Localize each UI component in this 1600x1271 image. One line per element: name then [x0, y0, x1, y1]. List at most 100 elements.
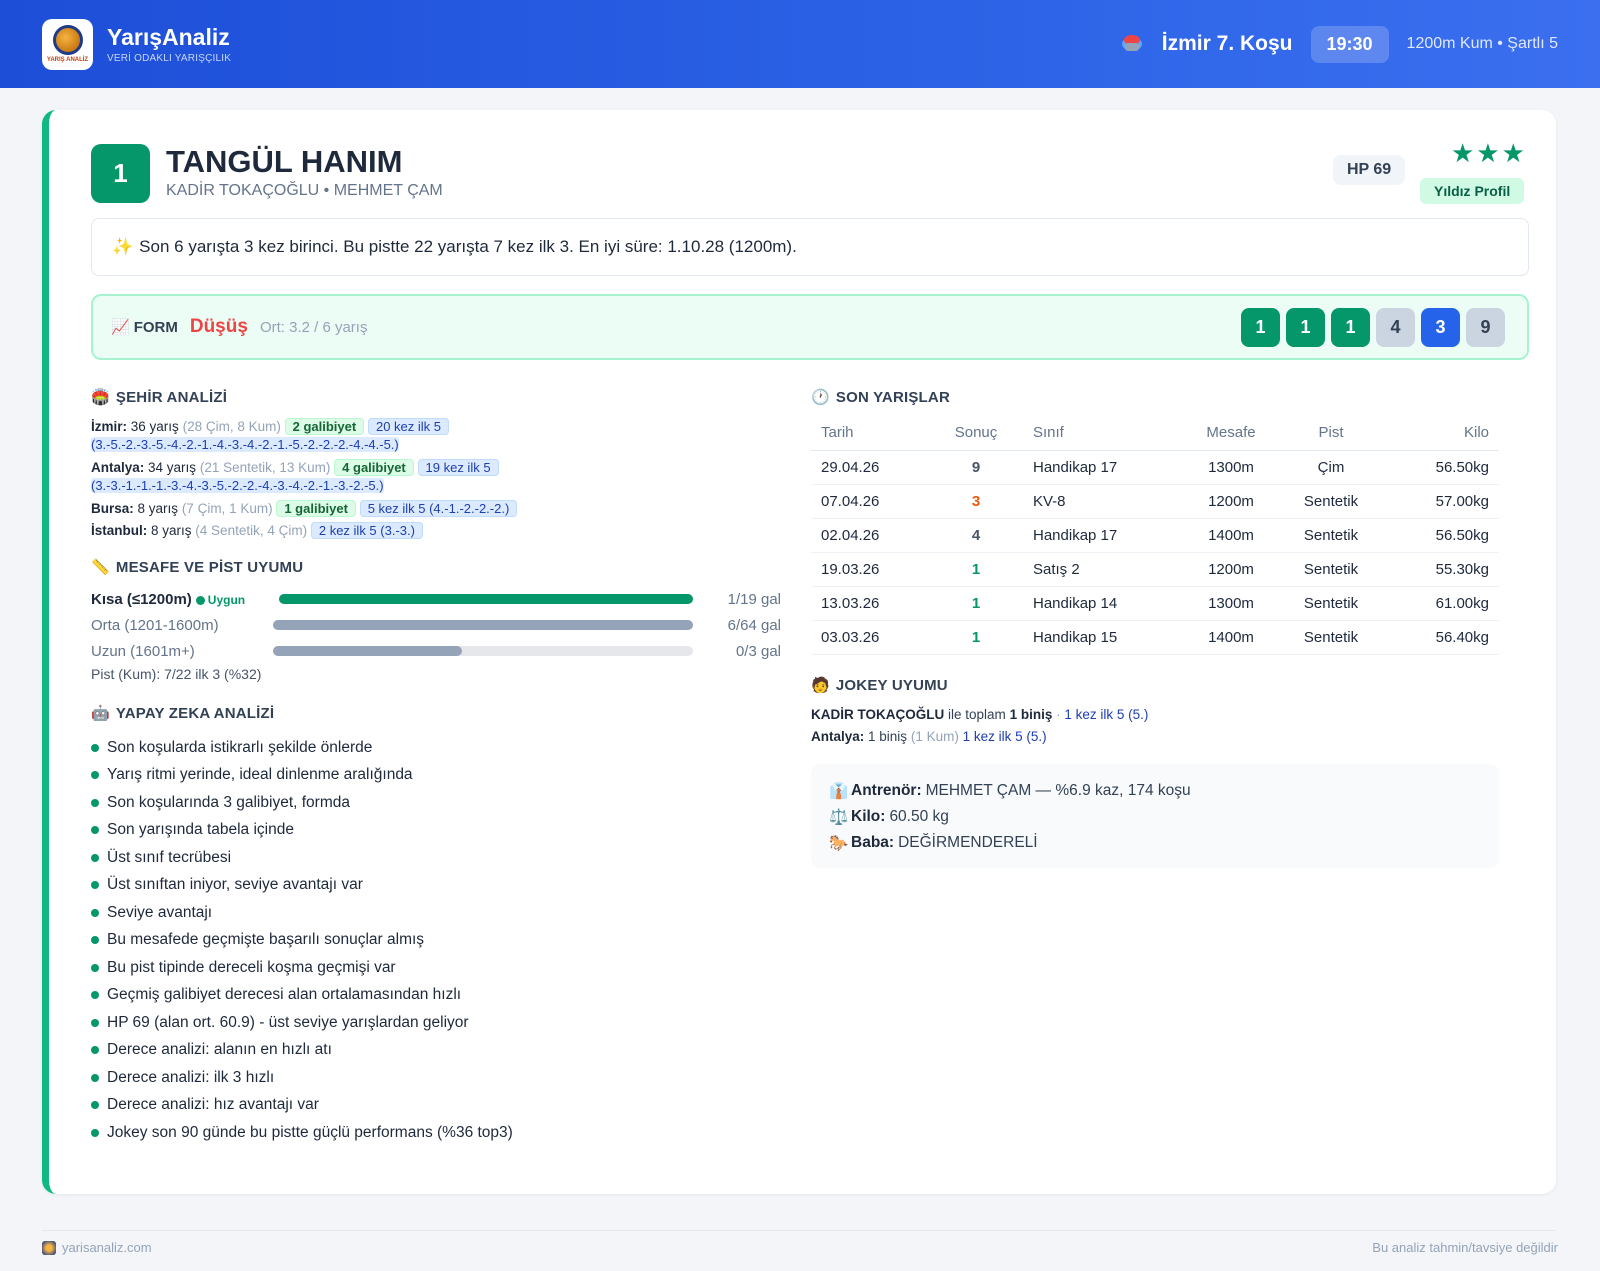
col-weight: Kilo — [1381, 416, 1499, 451]
col-date: Tarih — [811, 416, 941, 451]
city-races: 8 yarış — [151, 523, 192, 538]
city-wins-tag: 4 galibiyet — [334, 459, 414, 476]
cell-weight: 57.00kg — [1381, 484, 1499, 519]
bullet-icon — [91, 908, 99, 917]
distance-value: 0/3 gal — [735, 642, 781, 660]
horse-head-icon — [52, 25, 83, 55]
list-item-text: Yarış ritmi yerinde, ideal dinlenme aral… — [107, 766, 413, 784]
distance-row: Orta (1201-1600m) 6/64 gal — [91, 614, 781, 636]
list-item: Son yarışında tabela içinde — [91, 817, 771, 845]
cell-class: Satış 2 — [1011, 552, 1181, 587]
cell-class: Handikap 17 — [1011, 450, 1181, 485]
form-result-box: 1 — [1241, 307, 1280, 347]
cell-distance: 1400m — [1181, 620, 1281, 655]
necktie-icon: 👔 — [829, 782, 849, 800]
star-profile-badge: Yıldız Profil — [1420, 178, 1525, 204]
city-detail: (28 Çim, 8 Kum) — [182, 419, 281, 434]
cell-distance: 1200m — [1181, 552, 1281, 587]
city-wins-tag: 1 galibiyet — [276, 500, 356, 517]
city-name: İzmir: — [91, 419, 128, 434]
distance-label: Kısa (≤1200m) Uygun — [91, 591, 281, 608]
cell-result: 4 — [941, 518, 1011, 553]
bullet-icon — [91, 743, 99, 752]
sire-value: DEĞİRMENDERELİ — [898, 834, 1038, 851]
city-races: 8 yarış — [137, 501, 179, 516]
distance-row: Kısa (≤1200m) Uygun 1/19 gal — [91, 588, 781, 610]
distance-label: Orta (1201-1600m) — [91, 617, 281, 634]
city-row-istanbul: İstanbul: 8 yarış (4 Sentetik, 4 Çim) 2 … — [91, 522, 791, 540]
list-item: Derece analizi: hız avantajı var — [91, 1092, 771, 1120]
brand[interactable]: YARIŞ ANALİZ YarışAnaliz VERİ ODAKLI YAR… — [42, 18, 231, 70]
cell-result: 1 — [941, 552, 1011, 587]
form-trend: Düşüş — [189, 316, 248, 337]
col-track: Pist — [1281, 416, 1381, 451]
cell-date: 07.04.26 — [811, 484, 941, 519]
city-name: İstanbul: — [91, 523, 148, 538]
bullet-icon — [91, 963, 99, 972]
list-item-text: Son koşularında 3 galibiyet, formda — [107, 793, 350, 811]
cell-weight: 56.50kg — [1381, 450, 1499, 485]
bullet-icon — [91, 1073, 99, 1082]
jockey-top5: 1 kez ilk 5 (5.) — [1064, 707, 1149, 722]
list-item-text: Derece analizi: alanın en hızlı atı — [107, 1041, 332, 1059]
jockey-city: Antalya: — [811, 729, 865, 744]
form-average: Ort: 3.2 / 6 yarış — [259, 319, 368, 336]
sparkle-icon: ✨ — [112, 237, 134, 256]
distance-value: 1/19 gal — [727, 590, 781, 608]
jockey-name: KADİR TOKAÇOĞLU — [811, 707, 945, 722]
trainer-label: Antrenör: — [851, 782, 922, 799]
horse-name: TANGÜL HANIM — [166, 144, 403, 179]
bullet-icon — [91, 1101, 99, 1110]
footer-site-link[interactable]: yarisanaliz.com — [62, 1240, 152, 1255]
city-row-izmir: İzmir: 36 yarış (28 Çim, 8 Kum) 2 galibi… — [91, 418, 791, 454]
logo-text: YARIŞ ANALİZ — [46, 57, 89, 63]
list-item: HP 69 (alan ort. 60.9) - üst seviye yarı… — [91, 1009, 771, 1037]
jockey-text: ile toplam — [948, 707, 1006, 722]
weight-label: Kilo: — [851, 808, 886, 825]
cell-class: Handikap 14 — [1011, 586, 1181, 621]
table-row: 19.03.26 1 Satış 2 1200m Sentetik 55.30kg — [811, 552, 1499, 587]
horse-info-box: 👔 Antrenör: MEHMET ÇAM — %6.9 kaz, 174 koş… — [811, 764, 1499, 868]
trainer-row: 👔 Antrenör: MEHMET ÇAM — %6.9 kaz, 174 koş… — [829, 778, 1481, 804]
horse-icon: 🐎 — [829, 834, 849, 852]
distance-bar-fill — [273, 646, 462, 656]
distance-bar — [279, 594, 693, 604]
list-item-text: HP 69 (alan ort. 60.9) - üst seviye yarı… — [107, 1013, 469, 1031]
table-header-row: Tarih Sonuç Sınıf Mesafe Pist Kilo — [811, 416, 1499, 451]
bullet-icon — [91, 853, 99, 862]
cell-result: 3 — [941, 484, 1011, 519]
separator: · — [1056, 707, 1061, 722]
distance-label-text: Orta (1201-1600m) — [91, 616, 219, 634]
section-title: MESAFE VE PİST UYUMU — [115, 559, 304, 576]
list-item-text: Bu pist tipinde dereceli koşma geçmişi v… — [107, 958, 396, 976]
cell-date: 13.03.26 — [811, 586, 941, 621]
distance-value: 6/64 gal — [727, 616, 781, 634]
summary-box: ✨ Son 6 yarışta 3 kez birinci. Bu pistte… — [91, 218, 1529, 276]
hp-badge: HP 69 — [1333, 155, 1406, 185]
horse-card: 1 TANGÜL HANIM KADİR TOKAÇOĞLU • MEHMET … — [42, 110, 1556, 1194]
distance-bar-fill — [279, 594, 693, 604]
distance-label-text: Kısa (≤1200m) — [91, 590, 192, 608]
distance-bar — [273, 620, 693, 630]
star-rating-icon: ★★★ — [1451, 138, 1527, 168]
cell-distance: 1300m — [1181, 586, 1281, 621]
section-title: SON YARIŞLAR — [835, 389, 950, 406]
jockey-info: KADİR TOKAÇOĞLU ile toplam 1 biniş · 1 k… — [811, 704, 1148, 748]
ai-analysis-list: Son koşularda istikrarlı şekilde önlerde… — [91, 734, 771, 1147]
list-item: Jokey son 90 günde bu pistte güçlü perfo… — [91, 1119, 771, 1147]
form-label-text: FORM — [133, 319, 178, 336]
city-sequence: (3.-5.-2.-3.-5.-4.-2.-1.-4.-3.-4.-2.-1.-… — [91, 437, 399, 452]
section-recent-races: 🕐 SON YARIŞLAR — [811, 388, 950, 406]
bullet-icon — [91, 826, 99, 835]
cell-result: 1 — [941, 620, 1011, 655]
col-class: Sınıf — [1011, 416, 1181, 451]
section-distance: 📏 MESAFE VE PİST UYUMU — [91, 558, 303, 576]
fit-badge: Uygun — [195, 593, 245, 607]
footer-site[interactable]: yarisanaliz.com — [42, 1240, 152, 1255]
list-item: Derece analizi: alanın en hızlı atı — [91, 1037, 771, 1065]
sire-row: 🐎 Baba: DEĞİRMENDERELİ — [829, 830, 1481, 856]
section-title: ŞEHİR ANALİZİ — [115, 389, 228, 406]
bullet-icon — [91, 991, 99, 1000]
city-top5-tag: 20 kez ilk 5 — [367, 418, 450, 435]
form-result-box: 9 — [1466, 307, 1505, 347]
